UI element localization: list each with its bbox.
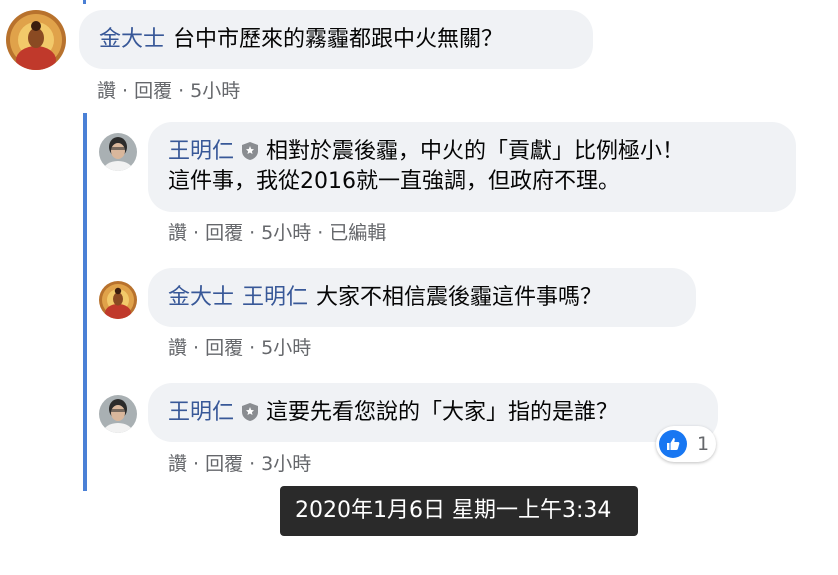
comment-author[interactable]: 王明仁 [168, 139, 234, 164]
mention-link[interactable]: 王明仁 [242, 285, 308, 310]
comment-bubble: 王明仁 這要先看您說的「大家」指的是誰？ [148, 383, 718, 442]
avatar[interactable] [99, 281, 137, 319]
reply-button[interactable]: 回覆 [205, 337, 243, 359]
comment-actions: 讚 · 回覆 · 5小時 · 已編輯 [168, 218, 386, 245]
like-button[interactable]: 讚 [168, 337, 187, 359]
avatar[interactable] [6, 10, 66, 70]
comment-actions: 讚 · 回覆 · 5小時 [168, 333, 311, 360]
like-button[interactable]: 讚 [97, 80, 116, 102]
comment-bubble: 金大士 台中市歷來的霧霾都跟中火無關？ [79, 10, 593, 69]
timestamp-link[interactable]: 5小時 [261, 337, 311, 359]
separator: · [178, 80, 185, 102]
separator: · [193, 453, 200, 475]
timestamp-tooltip: 2020年1月6日 星期一上午3:34 [280, 486, 638, 536]
separator: · [122, 80, 129, 102]
separator: · [249, 453, 256, 475]
separator: · [193, 337, 200, 359]
reply-button[interactable]: 回覆 [205, 222, 243, 244]
thumbs-up-icon [659, 430, 687, 458]
comment-actions: 讚 · 回覆 · 3小時 [168, 449, 311, 476]
comment-text: 大家不相信震後霾這件事嗎？ [316, 285, 603, 310]
separator: · [249, 337, 256, 359]
timestamp-link[interactable]: 3小時 [261, 453, 311, 475]
timestamp-link[interactable]: 5小時 [261, 222, 311, 244]
shield-icon [242, 139, 259, 160]
comment-text: 相對於震後霾，中火的「貢獻」比例極小！ [266, 139, 685, 164]
reply-thread-line [83, 113, 87, 491]
shield-icon [242, 400, 259, 421]
reaction-summary[interactable]: 1 [656, 426, 716, 462]
separator: · [317, 222, 324, 244]
avatar[interactable] [99, 133, 137, 171]
reaction-count: 1 [697, 433, 710, 455]
separator: · [249, 222, 256, 244]
comment-text: 台中市歷來的霧霾都跟中火無關？ [173, 27, 504, 52]
comment-bubble: 金大士 王明仁 大家不相信震後霾這件事嗎？ [148, 268, 696, 327]
comment-author[interactable]: 金大士 [168, 285, 234, 310]
comment-author[interactable]: 金大士 [99, 27, 165, 52]
reply-button[interactable]: 回覆 [205, 453, 243, 475]
timestamp-link[interactable]: 5小時 [190, 80, 240, 102]
comment-bubble: 王明仁 相對於震後霾，中火的「貢獻」比例極小！ 這件事，我從2016就一直強調，但… [148, 122, 796, 212]
edited-label[interactable]: 已編輯 [329, 222, 386, 244]
comment-author[interactable]: 王明仁 [168, 400, 234, 425]
thread-line-top [83, 0, 86, 4]
comment-text: 這件事，我從2016就一直強調，但政府不理。 [168, 169, 620, 194]
like-button[interactable]: 讚 [168, 222, 187, 244]
reply-button[interactable]: 回覆 [134, 80, 172, 102]
comment-actions: 讚 · 回覆 · 5小時 [97, 76, 240, 103]
separator: · [193, 222, 200, 244]
comment-text: 這要先看您說的「大家」指的是誰？ [266, 400, 619, 425]
avatar[interactable] [99, 395, 137, 433]
like-button[interactable]: 讚 [168, 453, 187, 475]
